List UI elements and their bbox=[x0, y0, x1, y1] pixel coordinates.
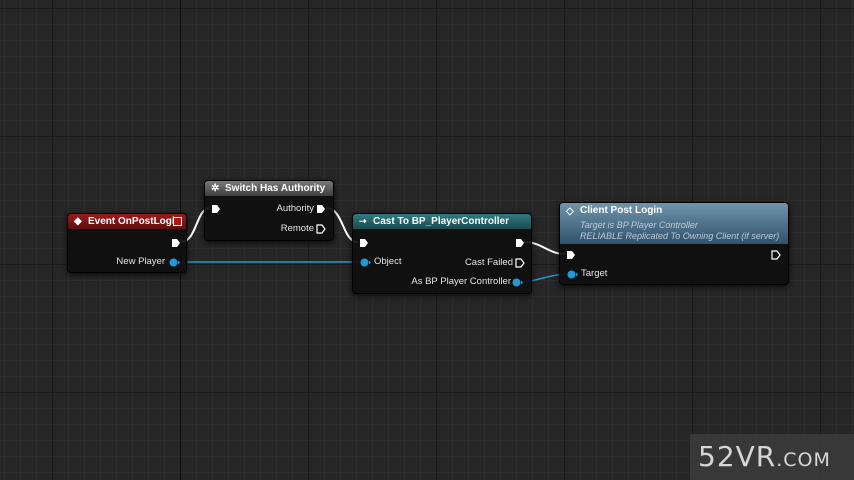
cast-node-header[interactable]: ⇢ Cast To BP_PlayerController bbox=[353, 214, 531, 229]
client-node-target-info: Target is BP Player Controller bbox=[580, 220, 698, 230]
watermark-main: 52VR bbox=[698, 440, 777, 473]
new-player-object-pin[interactable] bbox=[169, 258, 180, 267]
event-onpostlogin-node[interactable]: ◆ Event OnPostLogin New Player bbox=[67, 213, 187, 273]
switch-exec-in-pin[interactable] bbox=[211, 204, 221, 214]
object-input-pin[interactable] bbox=[360, 258, 371, 267]
remote-pin-label: Remote bbox=[280, 223, 314, 234]
remote-exec-out-pin[interactable] bbox=[316, 224, 326, 234]
cast-to-bp-playercontroller-node[interactable]: ⇢ Cast To BP_PlayerController Object Cas… bbox=[352, 213, 532, 294]
client-post-login-node[interactable]: ◇ Client Post Login Target is BP Player … bbox=[559, 202, 789, 285]
event-diamond-icon: ◆ bbox=[74, 216, 82, 227]
gear-icon: ✲ bbox=[211, 183, 220, 194]
object-pin-label: Object bbox=[374, 256, 402, 267]
client-node-title: Client Post Login bbox=[580, 205, 663, 216]
target-input-pin[interactable] bbox=[567, 270, 578, 279]
watermark-text: 52VR.COM bbox=[698, 440, 831, 477]
event-node-header[interactable]: ◆ Event OnPostLogin bbox=[68, 214, 186, 229]
delegate-pin-icon[interactable] bbox=[173, 217, 182, 226]
switch-has-authority-node[interactable]: ✲ Switch Has Authority Authority Remote bbox=[204, 180, 334, 241]
watermark-logo: 52VR.COM bbox=[690, 434, 854, 480]
switch-node-header[interactable]: ✲ Switch Has Authority bbox=[205, 181, 333, 196]
authority-exec-out-pin[interactable] bbox=[316, 204, 326, 214]
blueprint-graph-canvas[interactable]: ◆ Event OnPostLogin New Player ✲ Switch … bbox=[0, 0, 854, 480]
client-node-header[interactable]: ◇ Client Post Login Target is BP Player … bbox=[560, 203, 788, 244]
cast-exec-in-pin[interactable] bbox=[359, 238, 369, 248]
authority-pin-label: Authority bbox=[276, 203, 315, 214]
watermark-suffix: .COM bbox=[776, 449, 831, 471]
event-node-title: Event OnPostLogin bbox=[88, 216, 181, 227]
cast-node-title: Cast To BP_PlayerController bbox=[373, 216, 509, 227]
client-node-replication-info: RELIABLE Replicated To Owning Client (if… bbox=[580, 231, 780, 241]
cast-failed-exec-out-pin[interactable] bbox=[515, 258, 525, 268]
client-exec-in-pin[interactable] bbox=[566, 250, 576, 260]
new-player-pin-label: New Player bbox=[116, 256, 165, 267]
cast-arrow-icon: ⇢ bbox=[359, 216, 367, 226]
as-bp-player-controller-pin-label: As BP Player Controller bbox=[411, 276, 511, 287]
cast-exec-out-pin[interactable] bbox=[515, 238, 525, 248]
client-exec-out-pin[interactable] bbox=[771, 250, 781, 260]
target-pin-label: Target bbox=[581, 268, 608, 279]
function-diamond-icon: ◇ bbox=[566, 206, 574, 217]
cast-failed-pin-label: Cast Failed bbox=[464, 257, 513, 268]
as-bp-player-controller-output-pin[interactable] bbox=[512, 278, 523, 287]
event-exec-out-pin[interactable] bbox=[171, 238, 181, 248]
switch-node-title: Switch Has Authority bbox=[225, 183, 326, 194]
